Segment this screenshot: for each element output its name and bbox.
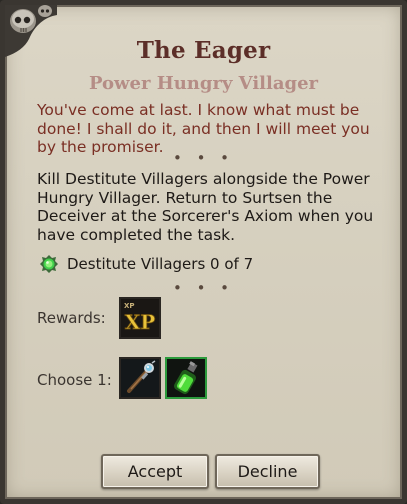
separator-dots: • • • [172,149,235,167]
xp-corner-text: XP [124,302,135,310]
rewards-label: Rewards: [37,309,106,327]
objective-text: Destitute Villagers 0 of 7 [67,255,254,273]
separator-dots: • • • [172,279,235,297]
wand-icon [121,359,159,397]
green-potion-icon [167,359,205,397]
decline-button[interactable]: Decline [215,454,320,489]
quest-giver-name: Power Hungry Villager [88,73,319,94]
quest-title: The Eager [136,37,271,64]
quest-objective: Destitute Villagers 0 of 7 [39,254,253,274]
quest-description: Kill Destitute Villagers alongside the P… [37,170,374,244]
green-gem-icon [40,255,58,273]
accept-button[interactable]: Accept [101,454,209,489]
wand-reward-slot[interactable] [119,357,161,399]
choose-label: Choose 1: [37,371,112,389]
xp-badge-text: XP [125,310,156,334]
xp-reward-slot[interactable]: XP XP [119,297,161,339]
xp-icon: XP XP [121,299,159,337]
quest-panel: The Eager Power Hungry Villager You've c… [0,0,407,504]
potion-reward-slot[interactable] [165,357,207,399]
